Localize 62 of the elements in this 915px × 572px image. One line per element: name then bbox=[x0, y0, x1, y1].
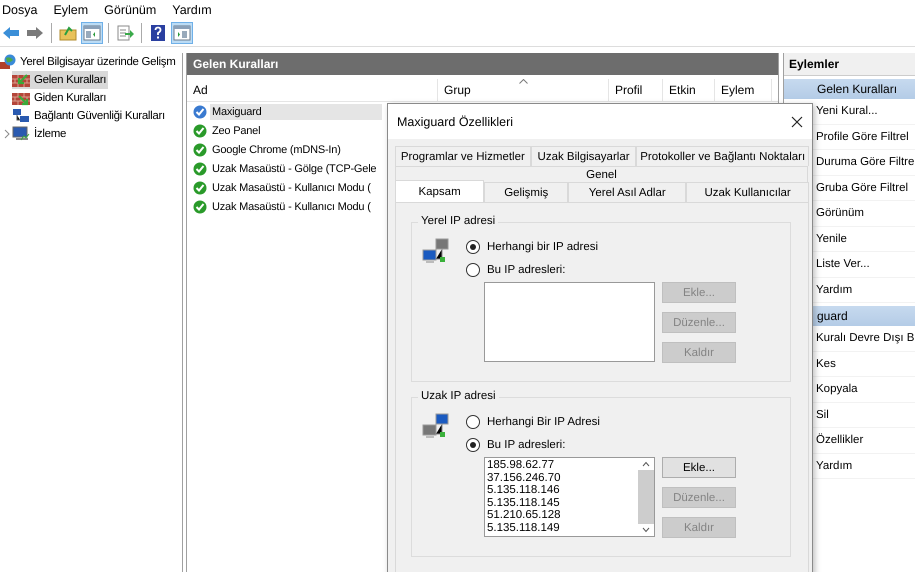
tab[interactable]: Kapsam bbox=[395, 180, 484, 202]
radio-label[interactable]: Bu IP adresleri: bbox=[487, 438, 566, 450]
radio-label[interactable]: Bu IP adresleri: bbox=[487, 264, 566, 276]
tab[interactable]: Uzak Bilgisayarlar bbox=[530, 146, 636, 166]
scroll-up-icon[interactable] bbox=[642, 461, 650, 467]
tab[interactable]: Uzak Kullanıcılar bbox=[686, 182, 809, 202]
radio-button[interactable] bbox=[466, 240, 480, 254]
globe-wall-icon bbox=[0, 54, 16, 70]
tree-item[interactable]: Gelen Kuralları bbox=[12, 71, 108, 89]
column-header[interactable]: Eylem bbox=[715, 79, 772, 101]
monitor-icon bbox=[12, 126, 30, 142]
rule-name[interactable]: Uzak Masaüstü - Kullanıcı Modu ( bbox=[210, 180, 373, 196]
radio-label[interactable]: Herhangi Bir IP Adresi bbox=[487, 416, 600, 428]
rule-name[interactable]: Google Chrome (mDNS-In) bbox=[210, 142, 343, 158]
group-title: Yerel IP adresi bbox=[418, 215, 498, 227]
tab[interactable]: Programlar ve Hizmetler bbox=[395, 146, 531, 166]
column-header[interactable]: Grup bbox=[438, 79, 609, 101]
tree-item[interactable]: Yerel Bilgisayar üzerinde Gelişm bbox=[0, 53, 178, 71]
address-item[interactable]: 51.210.65.128 bbox=[487, 509, 638, 522]
rule-name[interactable]: Uzak Masaüstü - Kullanıcı Modu ( bbox=[210, 198, 373, 214]
scroll-down-icon[interactable] bbox=[642, 527, 650, 533]
rule-name[interactable]: Zeo Panel bbox=[210, 122, 262, 138]
tab[interactable]: Genel bbox=[395, 166, 808, 182]
address-list[interactable]: 185.98.62.77 37.156.246.70 5.135.118.146 5.135.118.145 51.210.65.128 5.135.118.149 bbox=[484, 457, 655, 537]
tab[interactable]: Protokoller ve Bağlantı Noktaları bbox=[636, 146, 809, 166]
address-list[interactable] bbox=[484, 282, 655, 362]
tree-toggle-button[interactable] bbox=[81, 22, 103, 44]
pane-title: Gelen Kuralları bbox=[187, 53, 778, 75]
address-item[interactable]: 5.135.118.146 bbox=[487, 484, 638, 497]
menu-item[interactable]: Dosya bbox=[0, 3, 46, 17]
address-item[interactable]: 5.135.118.149 bbox=[487, 522, 638, 535]
menu-item[interactable]: Görünüm bbox=[102, 3, 164, 17]
brick-wall-icon bbox=[12, 72, 30, 88]
address-item[interactable]: 5.135.118.145 bbox=[487, 496, 638, 510]
radio-button[interactable] bbox=[466, 414, 480, 428]
chevron-icon[interactable] bbox=[3, 129, 11, 139]
action-pane-toggle-button[interactable] bbox=[171, 22, 193, 44]
menu-item[interactable]: Yardım bbox=[170, 3, 220, 17]
radio-label[interactable]: Herhangi bir IP adresi bbox=[487, 240, 598, 252]
address-item[interactable]: 185.98.62.77 bbox=[487, 459, 638, 472]
tree-item[interactable]: Bağlantı Güvenliği Kuralları bbox=[12, 107, 167, 125]
close-icon[interactable] bbox=[791, 116, 803, 128]
rule-name[interactable]: Uzak Masaüstü - Gölge (TCP-Gele bbox=[210, 160, 378, 176]
tree-item[interactable]: İzleme bbox=[12, 125, 68, 143]
pane-title: Eylemler bbox=[784, 53, 915, 76]
tab[interactable]: Yerel Asıl Adlar bbox=[568, 182, 686, 202]
column-header[interactable]: Ad bbox=[187, 79, 438, 101]
rule-name[interactable]: Maxiguard bbox=[210, 104, 382, 120]
column-header[interactable]: Profil bbox=[609, 79, 663, 101]
brick-wall-icon bbox=[12, 90, 30, 106]
menu-item[interactable]: Eylem bbox=[51, 3, 96, 17]
address-item[interactable]: 37.156.246.70 bbox=[487, 472, 638, 484]
dialog-button[interactable]: Ekle... bbox=[662, 457, 736, 478]
section-header[interactable]: Gelen Kuralları bbox=[784, 79, 915, 99]
group-title: Uzak IP adresi bbox=[418, 390, 499, 402]
computers-icon bbox=[12, 108, 30, 124]
radio-button[interactable] bbox=[466, 262, 480, 276]
column-header[interactable]: Etkin bbox=[663, 79, 715, 101]
tree-item[interactable]: Giden Kuralları bbox=[12, 89, 108, 107]
tab[interactable]: Gelişmiş bbox=[484, 182, 568, 202]
radio-button[interactable] bbox=[466, 438, 480, 452]
dialog-title: Maxiguard Özellikleri bbox=[397, 114, 514, 128]
